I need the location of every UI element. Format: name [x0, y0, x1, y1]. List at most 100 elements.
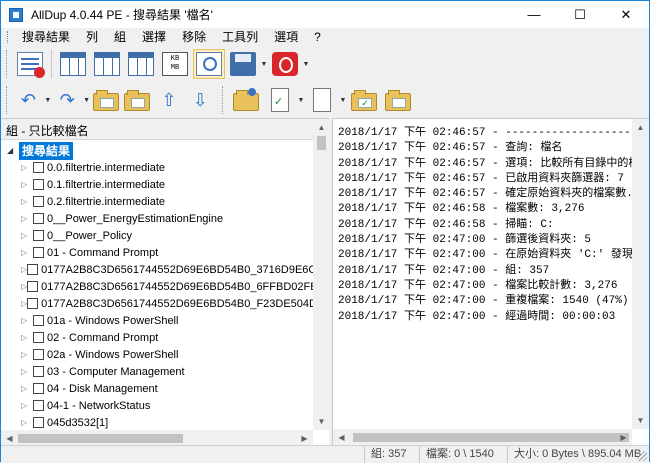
tree-item[interactable]: ▷ 0177A2B8C3D6561744552D69E6BD54B0_6FFBD0… — [1, 278, 313, 295]
tree-item-checkbox[interactable] — [33, 162, 44, 173]
page-dropdown[interactable]: ▼ — [339, 85, 347, 115]
expand-icon[interactable]: ▷ — [21, 163, 33, 172]
tree-item-checkbox[interactable] — [33, 349, 44, 360]
save-dropdown[interactable]: ▼ — [260, 49, 268, 79]
folder-up-button[interactable] — [91, 85, 120, 115]
minimize-button[interactable]: — — [511, 1, 557, 28]
delete-results-button[interactable] — [14, 49, 46, 79]
columns-button[interactable] — [57, 49, 89, 79]
log-vertical-scrollbar[interactable]: ▲ ▼ — [632, 119, 649, 429]
scroll-up-arrow-icon[interactable]: ▲ — [632, 119, 649, 136]
folder-settings-button[interactable] — [230, 85, 262, 115]
menu-columns[interactable]: 列 — [78, 28, 106, 46]
expand-icon[interactable]: ▷ — [21, 401, 33, 410]
columns-alt-button[interactable] — [91, 49, 123, 79]
expand-icon[interactable]: ▷ — [21, 350, 33, 359]
folder-button[interactable] — [382, 85, 414, 115]
stop-button[interactable] — [269, 49, 301, 79]
tree-item[interactable]: ▷ 01 - Command Prompt — [1, 244, 313, 261]
log-horizontal-scrollbar[interactable]: ◀ ▶ — [333, 429, 632, 446]
folder-check-button[interactable] — [348, 85, 380, 115]
page-button[interactable] — [306, 85, 338, 115]
tree-item[interactable]: ▷ 0__Power_Policy — [1, 227, 313, 244]
tree-item[interactable]: ▷ 01a - Windows PowerShell — [1, 312, 313, 329]
tree-item[interactable]: ▷ 0.1.filtertrie.intermediate — [1, 176, 313, 193]
tree-root[interactable]: ◢ 搜尋結果 — [1, 142, 313, 160]
forward-dropdown[interactable]: ▼ — [83, 85, 90, 115]
scroll-right-arrow-icon[interactable]: ▶ — [615, 429, 632, 446]
size-units-button[interactable]: KB MB — [159, 49, 191, 79]
tree-item[interactable]: ▷ 04-1 - NetworkStatus — [1, 397, 313, 414]
back-button[interactable]: ↶ — [14, 85, 43, 115]
toolbar-grip[interactable] — [6, 86, 10, 114]
tree-item-checkbox[interactable] — [27, 298, 39, 309]
close-button[interactable]: ✕ — [603, 1, 649, 28]
tree-root-label[interactable]: 搜尋結果 — [19, 142, 74, 160]
menu-groups[interactable]: 組 — [106, 28, 134, 46]
tree-item[interactable]: ▷ 0__Power_EnergyEstimationEngine — [1, 210, 313, 227]
tree-item[interactable]: ▷ 045d3532[1] — [1, 414, 313, 430]
menu-search-results[interactable]: 搜尋結果 — [14, 28, 78, 46]
scroll-down-arrow-icon[interactable]: ▼ — [632, 412, 649, 429]
search-preview-button[interactable] — [193, 49, 225, 79]
tree-item-checkbox[interactable] — [33, 213, 44, 224]
results-tree[interactable]: ◢ 搜尋結果 ▷ 0.0.filtertrie.intermediate ▷ 0.1.… — [1, 142, 313, 430]
tree-item[interactable]: ▷ 0.2.filtertrie.intermediate — [1, 193, 313, 210]
scroll-left-arrow-icon[interactable]: ◀ — [333, 429, 350, 446]
tree-item-checkbox[interactable] — [33, 315, 44, 326]
expand-icon[interactable]: ▷ — [21, 333, 33, 342]
expand-icon[interactable]: ▷ — [21, 367, 33, 376]
expand-icon[interactable]: ▷ — [21, 214, 33, 223]
tree-item-checkbox[interactable] — [33, 400, 44, 411]
tree-item-checkbox[interactable] — [33, 366, 44, 377]
expand-icon[interactable]: ▷ — [21, 248, 33, 257]
tree-item[interactable]: ▷ 0177A2B8C3D6561744552D69E6BD54B0_F23DE5… — [1, 295, 313, 312]
toolbar-grip[interactable] — [6, 50, 10, 78]
folder-down-button[interactable] — [123, 85, 152, 115]
menubar-grip[interactable] — [7, 31, 10, 43]
expand-icon[interactable]: ▷ — [21, 384, 33, 393]
tree-item-checkbox[interactable] — [33, 332, 44, 343]
menu-help[interactable]: ? — [306, 28, 329, 46]
tree-item[interactable]: ▷ 02a - Windows PowerShell — [1, 346, 313, 363]
page-check-button[interactable] — [264, 85, 296, 115]
tree-item[interactable]: ▷ 03 - Computer Management — [1, 363, 313, 380]
scroll-down-arrow-icon[interactable]: ▼ — [313, 413, 330, 430]
tree-item-checkbox[interactable] — [27, 281, 39, 292]
tree-item-checkbox[interactable] — [33, 383, 44, 394]
tree-item[interactable]: ▷ 0177A2B8C3D6561744552D69E6BD54B0_3716D9… — [1, 261, 313, 278]
forward-button[interactable]: ↷ — [53, 85, 82, 115]
tree-item-checkbox[interactable] — [33, 417, 44, 428]
menu-select[interactable]: 選擇 — [134, 28, 174, 46]
page-check-dropdown[interactable]: ▼ — [297, 85, 305, 115]
expand-icon[interactable]: ▷ — [21, 231, 33, 240]
scroll-thumb[interactable] — [18, 434, 183, 443]
expand-icon[interactable]: ▷ — [21, 316, 33, 325]
scroll-thumb[interactable] — [353, 433, 629, 442]
scroll-up-arrow-icon[interactable]: ▲ — [313, 119, 330, 136]
move-down-button[interactable]: ⇩ — [186, 85, 215, 115]
tree-item[interactable]: ▷ 02 - Command Prompt — [1, 329, 313, 346]
menu-options[interactable]: 選項 — [266, 28, 306, 46]
save-button[interactable] — [227, 49, 259, 79]
toolbar-grip[interactable] — [222, 86, 226, 114]
resize-grip-icon[interactable] — [637, 451, 647, 461]
tree-vertical-scrollbar[interactable]: ▲ ▼ — [313, 119, 330, 430]
back-dropdown[interactable]: ▼ — [44, 85, 51, 115]
move-up-button[interactable]: ⇧ — [154, 85, 183, 115]
collapse-icon[interactable]: ◢ — [7, 146, 19, 155]
tree-item[interactable]: ▷ 0.0.filtertrie.intermediate — [1, 159, 313, 176]
expand-icon[interactable]: ▷ — [21, 180, 33, 189]
tree-item-checkbox[interactable] — [33, 179, 44, 190]
view-button[interactable] — [125, 49, 157, 79]
tree-item-checkbox[interactable] — [33, 230, 44, 241]
stop-dropdown[interactable]: ▼ — [302, 49, 310, 79]
tree-item-checkbox[interactable] — [33, 247, 44, 258]
tree-item-checkbox[interactable] — [27, 264, 39, 275]
expand-icon[interactable]: ▷ — [21, 418, 33, 427]
tree-item-checkbox[interactable] — [33, 196, 44, 207]
menu-toolbars[interactable]: 工具列 — [214, 28, 266, 46]
expand-icon[interactable]: ▷ — [21, 197, 33, 206]
tree-item[interactable]: ▷ 04 - Disk Management — [1, 380, 313, 397]
menu-remove[interactable]: 移除 — [174, 28, 214, 46]
